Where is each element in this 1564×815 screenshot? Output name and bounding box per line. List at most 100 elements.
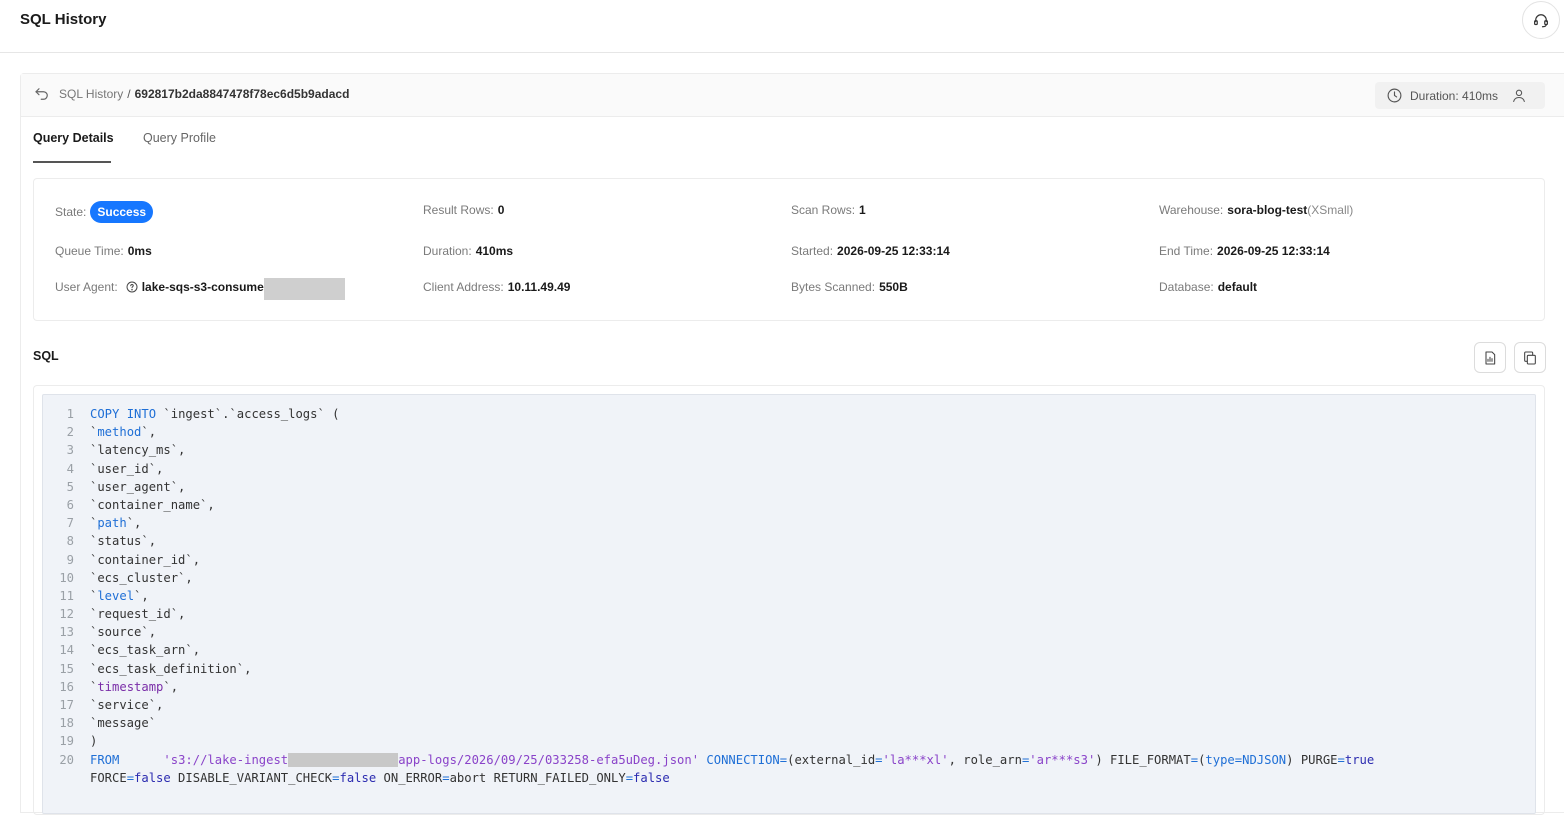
top-bar: SQL History: [0, 0, 1564, 53]
code-token: `message`: [90, 716, 157, 731]
line-content: `ecs_cluster`,: [90, 569, 193, 587]
code-token: =: [126, 770, 135, 785]
line-number: 16: [59, 679, 74, 694]
line-number: 8: [66, 534, 74, 549]
line-number: 14: [59, 643, 74, 658]
code-token: `service`,: [90, 698, 164, 712]
code-token: NDJSON: [1242, 752, 1287, 767]
line-number: 15: [59, 661, 74, 676]
code-token: `latency_ms`,: [90, 443, 186, 458]
code-token: level: [97, 588, 135, 603]
line-number: 17: [59, 698, 74, 712]
client-address-value: 10.11.49.49: [507, 280, 571, 294]
redacted-block: [264, 278, 345, 300]
line-content: `timestamp`,: [90, 678, 178, 696]
help-button[interactable]: [1522, 1, 1560, 39]
result-rows-field: Result Rows: 0: [423, 203, 505, 217]
code-token: 's3://lake-ingest: [163, 752, 289, 767]
code-token: 'la***xl': [882, 752, 949, 767]
line-number: 1: [66, 407, 74, 421]
code-token: `user_id`,: [90, 461, 164, 476]
user-agent-field: User Agent: lake-sqs-s3-consume: [55, 280, 264, 294]
code-token: `source`,: [90, 625, 157, 640]
copy-icon: [1524, 350, 1536, 365]
redacted-text: [288, 752, 399, 767]
export-report-button[interactable]: [1474, 342, 1506, 373]
code-token: =: [1190, 752, 1199, 767]
line-content: COPY INTO `ingest`.`access_logs` (: [90, 405, 340, 423]
code-token: path: [97, 516, 127, 531]
user-icon[interactable]: [1511, 87, 1527, 104]
status-badge: Success: [90, 201, 154, 223]
duration-field: Duration: 410ms: [423, 244, 514, 258]
question-circle-icon[interactable]: [126, 281, 138, 293]
report-icon: [1485, 350, 1496, 365]
line-number: 11: [59, 588, 74, 603]
page-title: SQL History: [20, 11, 107, 28]
code-token: `,: [134, 588, 149, 603]
database-label: Database: [1159, 280, 1211, 294]
code-token: `status`,: [90, 534, 157, 549]
code-token: `,: [126, 516, 142, 531]
line-content: `level`,: [90, 587, 149, 605]
code-token: `ecs_cluster`,: [90, 570, 193, 585]
line-number: 3: [66, 443, 74, 458]
tab-query-profile[interactable]: Query Profile: [143, 131, 216, 145]
breadcrumb-parent-link[interactable]: SQL History: [59, 87, 123, 101]
code-token: `user_agent`,: [90, 479, 186, 494]
undo-arrow-icon[interactable]: [33, 85, 51, 103]
code-token: true: [1344, 752, 1375, 767]
code-token: false: [633, 770, 670, 785]
code-token: `request_id`,: [90, 607, 186, 622]
scan-rows-value: 1: [859, 203, 866, 217]
code-token: =: [442, 770, 450, 785]
code-token: ): [90, 734, 98, 749]
copy-sql-button[interactable]: [1514, 342, 1546, 373]
queue-time-value: 0ms: [127, 244, 152, 258]
code-token: `ingest`.`access_logs` (: [156, 407, 340, 421]
code-token: method: [97, 425, 142, 440]
sql-code-editor[interactable]: 1 COPY INTO `ingest`.`access_logs` ( 2 `met…: [42, 394, 1536, 814]
result-rows-label: Result Rows: [423, 203, 491, 217]
line-content: `request_id`,: [90, 605, 185, 623]
code-token: COPY: [90, 407, 120, 421]
code-token: =: [1234, 752, 1243, 767]
line-number: 19: [59, 734, 74, 749]
line-number: 2: [66, 425, 74, 440]
end-time-label: End Time: [1159, 244, 1210, 258]
code-token: `container_id`,: [90, 552, 201, 567]
breadcrumb-bar: SQL History /692817b2da8847478f78ec6d5b9a…: [21, 74, 1564, 117]
breadcrumb: SQL History /692817b2da8847478f78ec6d5b9a…: [59, 87, 349, 101]
line-number: 4: [66, 461, 74, 476]
duration-pill-text: Duration: 410ms: [1410, 89, 1499, 103]
line-content: `method`,: [90, 423, 156, 441]
queue-time-label: Queue Time: [55, 244, 121, 258]
line-content: `path`,: [90, 514, 141, 532]
code-token: =: [875, 752, 883, 767]
warehouse-field: Warehouse: sora-blog-test(XSmall): [1159, 203, 1354, 217]
tab-query-details[interactable]: Query Details: [33, 131, 114, 145]
line-content: `ecs_task_definition`,: [90, 660, 251, 678]
line-content: `container_id`,: [90, 551, 200, 569]
line-content: `user_agent`,: [90, 478, 185, 496]
bytes-scanned-field: Bytes Scanned: 550B: [791, 280, 908, 294]
code-token: CONNECTION: [706, 752, 780, 767]
started-label: Started: [791, 244, 830, 258]
code-token: ON_ERROR: [376, 770, 443, 785]
end-time-field: End Time: 2026-09-25 12:33:14: [1159, 244, 1330, 258]
code-token: FROM: [90, 752, 120, 767]
line-content: `source`,: [90, 623, 156, 641]
line-number: 5: [66, 479, 74, 494]
line-content: FORCE=false DISABLE_VARIANT_CHECK=false …: [90, 769, 670, 787]
line-number: 6: [66, 497, 74, 512]
line-content: `user_id`,: [90, 460, 163, 478]
code-token: `ecs_task_arn`,: [90, 643, 201, 658]
database-value: default: [1217, 280, 1258, 294]
started-field: Started: 2026-09-25 12:33:14: [791, 244, 950, 258]
result-rows-value: 0: [497, 203, 505, 217]
clock-icon: [1387, 88, 1402, 103]
code-token: `container_name`,: [90, 497, 215, 512]
code-token: =: [1337, 752, 1345, 767]
